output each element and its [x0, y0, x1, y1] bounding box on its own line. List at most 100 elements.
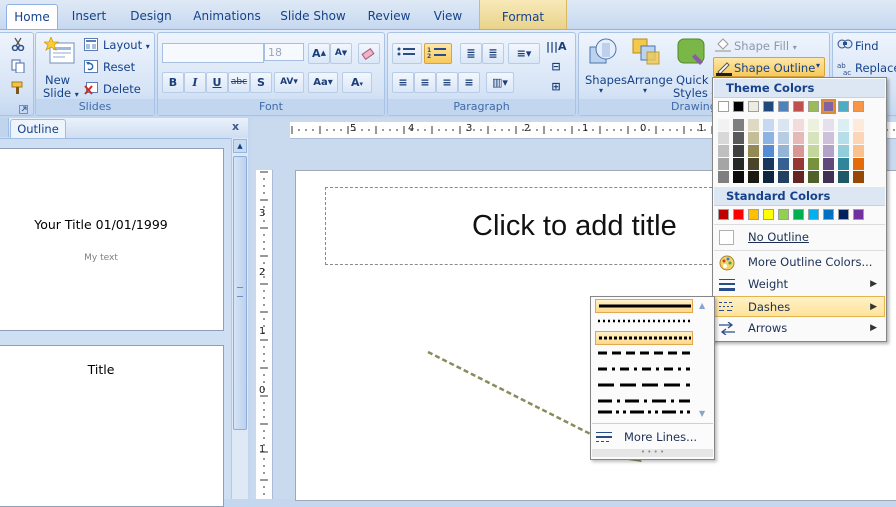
- replace-button[interactable]: Replace: [855, 61, 896, 75]
- align-right-button[interactable]: ≡: [436, 72, 458, 93]
- theme-color-swatch[interactable]: [748, 101, 759, 112]
- clipboard-launcher-icon[interactable]: [19, 103, 28, 114]
- standard-color-swatch[interactable]: [823, 209, 834, 220]
- theme-shade-swatch[interactable]: [718, 132, 729, 144]
- slide-thumbnail-1[interactable]: Your Title 01/01/1999 My text: [0, 148, 224, 331]
- standard-color-swatch[interactable]: [853, 209, 864, 220]
- line-spacing-button[interactable]: ≡▾: [508, 43, 540, 64]
- slides-pane-scrollbar[interactable]: ▲: [231, 138, 248, 499]
- theme-shade-swatch[interactable]: [748, 119, 759, 131]
- theme-color-swatch[interactable]: [853, 101, 864, 112]
- theme-shade-swatch[interactable]: [793, 171, 804, 183]
- italic-button[interactable]: I: [184, 72, 206, 93]
- change-case-button[interactable]: Aa▾: [308, 72, 338, 93]
- theme-shade-swatch[interactable]: [748, 145, 759, 157]
- theme-shade-swatch[interactable]: [808, 119, 819, 131]
- theme-color-swatch[interactable]: [808, 101, 819, 112]
- theme-shade-swatch[interactable]: [853, 171, 864, 183]
- new-slide-icon[interactable]: [42, 35, 76, 67]
- theme-shade-swatch[interactable]: [778, 171, 789, 183]
- theme-shade-swatch[interactable]: [853, 158, 864, 170]
- standard-color-swatch[interactable]: [808, 209, 819, 220]
- theme-shade-swatch[interactable]: [748, 171, 759, 183]
- theme-shade-swatch[interactable]: [733, 132, 744, 144]
- theme-shade-swatch[interactable]: [778, 119, 789, 131]
- quick-styles-button[interactable]: Quick: [676, 73, 709, 87]
- dashes-scrollbar[interactable]: ▲ ▼: [697, 299, 709, 421]
- center-button[interactable]: ≡: [414, 72, 436, 93]
- clear-formatting-button[interactable]: [358, 43, 380, 64]
- quick-styles-icon[interactable]: [676, 37, 708, 67]
- theme-shade-swatch[interactable]: [763, 119, 774, 131]
- dash-style-solid[interactable]: [595, 299, 693, 313]
- theme-color-swatch[interactable]: [763, 101, 774, 112]
- theme-shade-swatch[interactable]: [763, 158, 774, 170]
- theme-shade-swatch[interactable]: [793, 158, 804, 170]
- dashes-scroll-up[interactable]: ▲: [699, 301, 705, 310]
- scroll-up-arrow[interactable]: ▲: [233, 139, 247, 153]
- shapes-button[interactable]: Shapes: [585, 73, 627, 87]
- theme-shade-swatch[interactable]: [838, 171, 849, 183]
- theme-shade-swatch[interactable]: [853, 119, 864, 131]
- new-slide-button-line2[interactable]: Slide ▾: [43, 86, 79, 100]
- theme-shade-swatch[interactable]: [838, 132, 849, 144]
- dashes-scroll-down[interactable]: ▼: [699, 409, 705, 418]
- dash-style-long-dash-dot-dot[interactable]: [595, 409, 693, 417]
- more-outline-colors-item[interactable]: More Outline Colors...: [714, 252, 885, 273]
- shapes-dropdown-arrow[interactable]: ▾: [599, 86, 603, 95]
- strikethrough-button[interactable]: abc: [228, 72, 250, 93]
- delete-slide-button[interactable]: Delete: [103, 82, 141, 96]
- theme-shade-swatch[interactable]: [748, 132, 759, 144]
- theme-shade-swatch[interactable]: [793, 132, 804, 144]
- close-pane-button[interactable]: x: [232, 120, 239, 133]
- shadow-button[interactable]: S: [250, 72, 272, 93]
- theme-color-swatch[interactable]: [793, 101, 804, 112]
- theme-shade-swatch[interactable]: [793, 145, 804, 157]
- justify-button[interactable]: ≡: [458, 72, 480, 93]
- theme-shade-swatch[interactable]: [733, 171, 744, 183]
- arrows-item[interactable]: Arrows ▶: [714, 318, 885, 339]
- theme-shade-swatch[interactable]: [853, 132, 864, 144]
- font-name-field[interactable]: [162, 43, 264, 63]
- no-outline-item[interactable]: No Outline: [714, 227, 885, 248]
- slides-tab-edge[interactable]: [0, 118, 9, 137]
- bold-button[interactable]: B: [162, 72, 184, 93]
- theme-shade-swatch[interactable]: [763, 171, 774, 183]
- theme-shade-swatch[interactable]: [733, 158, 744, 170]
- theme-shade-swatch[interactable]: [718, 119, 729, 131]
- theme-shade-swatch[interactable]: [823, 145, 834, 157]
- theme-shade-swatch[interactable]: [808, 132, 819, 144]
- cut-icon[interactable]: [11, 37, 25, 52]
- shrink-font-button[interactable]: A▼: [330, 43, 352, 64]
- standard-color-swatch[interactable]: [718, 209, 729, 220]
- standard-color-swatch[interactable]: [838, 209, 849, 220]
- numbering-button[interactable]: 12: [424, 43, 452, 64]
- decrease-indent-button[interactable]: ≣: [460, 43, 482, 64]
- dash-style-round-dot[interactable]: [595, 315, 693, 329]
- shapes-icon[interactable]: [588, 37, 618, 67]
- shape-fill-button[interactable]: Shape Fill ▾: [734, 39, 797, 53]
- theme-shade-swatch[interactable]: [718, 158, 729, 170]
- theme-shade-swatch[interactable]: [808, 171, 819, 183]
- increase-indent-button[interactable]: ≣: [482, 43, 504, 64]
- standard-color-swatch[interactable]: [793, 209, 804, 220]
- theme-shade-swatch[interactable]: [823, 158, 834, 170]
- tab-view[interactable]: View: [424, 4, 472, 29]
- tab-animations[interactable]: Animations: [190, 4, 264, 29]
- theme-shade-swatch[interactable]: [838, 158, 849, 170]
- shape-outline-button[interactable]: Shape Outline ▾: [713, 57, 825, 77]
- theme-shade-swatch[interactable]: [838, 119, 849, 131]
- convert-smartart-button[interactable]: ⊞: [546, 77, 566, 96]
- format-painter-icon[interactable]: [11, 81, 25, 95]
- align-text-button[interactable]: ⊟: [546, 57, 566, 76]
- arrange-dropdown-arrow[interactable]: ▾: [643, 86, 647, 95]
- standard-color-swatch[interactable]: [748, 209, 759, 220]
- theme-shade-swatch[interactable]: [733, 145, 744, 157]
- theme-color-swatch[interactable]: [838, 101, 849, 112]
- theme-shade-swatch[interactable]: [718, 171, 729, 183]
- reset-button[interactable]: Reset: [103, 60, 135, 74]
- theme-color-swatch[interactable]: [718, 101, 729, 112]
- resize-grip[interactable]: • • • •: [592, 449, 713, 457]
- theme-shade-swatch[interactable]: [748, 158, 759, 170]
- theme-shade-swatch[interactable]: [718, 145, 729, 157]
